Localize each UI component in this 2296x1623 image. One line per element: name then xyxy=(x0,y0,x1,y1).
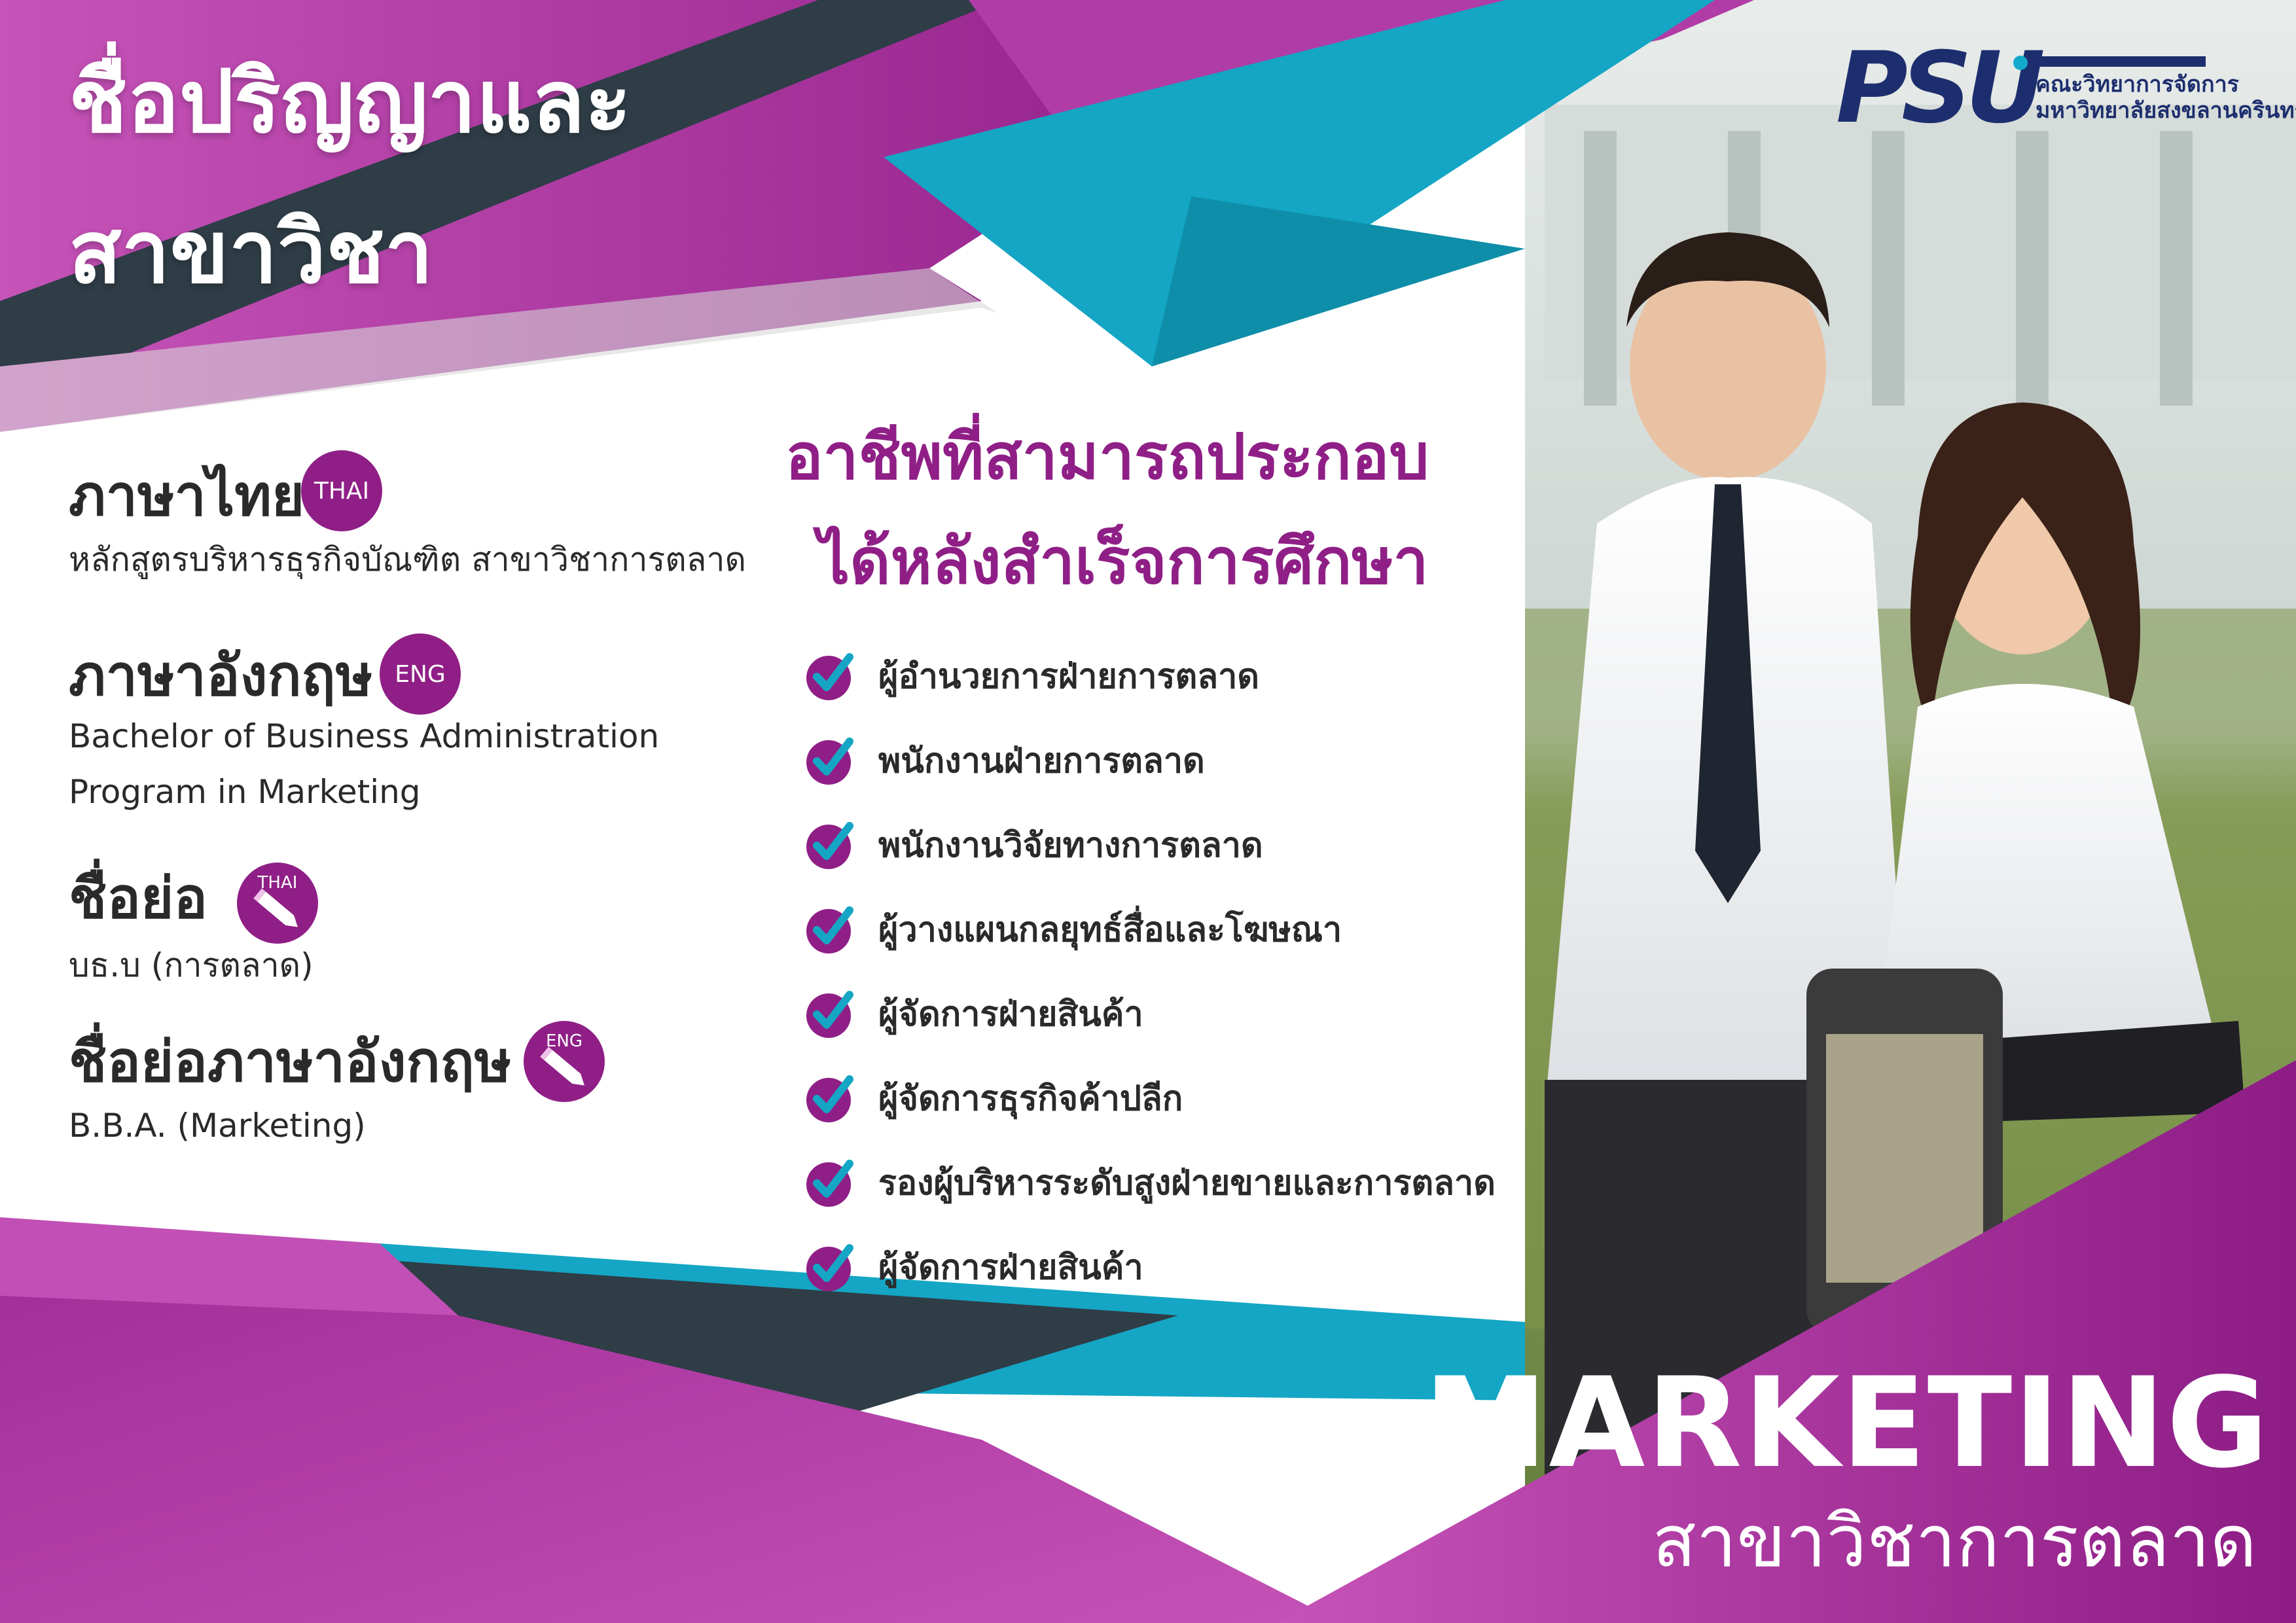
check-icon xyxy=(806,991,853,1038)
logo-faculty: คณะวิทยาการจัดการ xyxy=(2036,71,2239,98)
eng-degree-line2: Program in Marketing xyxy=(69,773,421,811)
careers-title-line2: ได้หลังสำเร็จการศึกษา xyxy=(818,525,1429,598)
career-label: ผู้จัดการฝ่ายสินค้า xyxy=(878,1247,1143,1287)
abbr-en-heading: ชื่อย่อภาษาอังกฤษ xyxy=(69,1029,512,1095)
check-icon xyxy=(806,1160,853,1207)
career-item: รองผู้บริหารระดับสูงฝ่ายขายและการตลาด xyxy=(804,1156,1496,1208)
career-item: ผู้จัดการธุรกิจค้าปลีก xyxy=(804,1071,1183,1124)
check-icon xyxy=(806,738,853,785)
abbr-th-text: บธ.บ (การตลาด) xyxy=(69,946,314,984)
careers-title-line1: อาชีพที่สามารถประกอบ xyxy=(785,420,1429,493)
psu-logo-mark: PSU xyxy=(1836,31,2045,145)
abbr-th-heading: ชื่อย่อ xyxy=(69,866,208,931)
pencil-icon: ENG xyxy=(524,1021,605,1102)
logo-dot xyxy=(2013,56,2028,70)
career-label: ผู้วางแผนกลยุทธ์สื่อและโฆษณา xyxy=(878,910,1342,950)
eng-degree-line1: Bachelor of Business Administration xyxy=(69,717,660,755)
page-title-line1: ชื่อปริญญาและ xyxy=(69,52,632,152)
thai-badge: THAI xyxy=(301,450,382,531)
pencil-icon: THAI xyxy=(237,863,318,944)
eng-heading: ภาษาอังกฤษ xyxy=(69,643,373,709)
page-title-line2: สาขาวิชา xyxy=(69,202,433,303)
check-icon xyxy=(806,1075,853,1122)
poster: { "title": { "line1": "ชื่อปริญญาและ", "… xyxy=(0,0,2296,1623)
career-label: ผู้จัดการฝ่ายสินค้า xyxy=(878,994,1143,1034)
career-item: พนักงานวิจัยทางการตลาด xyxy=(804,818,1263,870)
thai-degree: หลักสูตรบริหารธุรกิจบัณฑิต สาขาวิชาการตล… xyxy=(69,541,746,579)
thai-heading: ภาษาไทย xyxy=(69,463,305,529)
career-label: พนักงานวิจัยทางการตลาด xyxy=(878,825,1263,865)
career-item: ผู้อำนวยการฝ่ายการตลาด xyxy=(804,649,1259,702)
eng-badge: ENG xyxy=(380,633,461,715)
career-label: พนักงานฝ่ายการตลาด xyxy=(878,741,1205,781)
check-icon xyxy=(806,653,853,700)
logo-university: มหาวิทยาลัยสงขลานครินทร์ xyxy=(2036,98,2296,124)
check-icon xyxy=(806,906,853,954)
logo-bar xyxy=(2036,56,2206,67)
career-label: ผู้อำนวยการฝ่ายการตลาด xyxy=(878,656,1260,696)
career-item: พนักงานฝ่ายการตลาด xyxy=(804,734,1205,786)
program-name-en: MARKETING xyxy=(1424,1351,2270,1495)
career-item: ผู้จัดการฝ่ายสินค้า xyxy=(804,987,1143,1039)
program-name-th: สาขาวิชาการตลาด xyxy=(1652,1499,2257,1583)
career-item: ผู้จัดการฝ่ายสินค้า xyxy=(804,1240,1143,1293)
abbr-en-text: B.B.A. (Marketing) xyxy=(69,1107,366,1145)
check-icon xyxy=(806,822,853,869)
career-label: ผู้จัดการธุรกิจค้าปลีก xyxy=(878,1079,1183,1118)
check-icon xyxy=(806,1244,853,1291)
career-label: รองผู้บริหารระดับสูงฝ่ายขายและการตลาด xyxy=(878,1163,1496,1203)
career-item: ผู้วางแผนกลยุทธ์สื่อและโฆษณา xyxy=(804,902,1342,955)
